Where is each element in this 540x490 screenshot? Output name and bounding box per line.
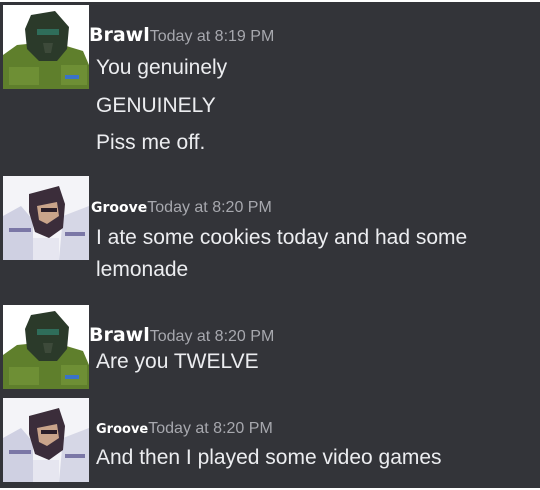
message-timestamp: Today at 8:20 PM xyxy=(149,328,275,345)
message-timestamp: Today at 8:20 PM xyxy=(147,199,272,216)
brawl-avatar-icon[interactable] xyxy=(3,5,89,89)
message-line: lemonade xyxy=(96,258,189,281)
author-name[interactable]: Brawl xyxy=(89,24,150,46)
groove-avatar-icon[interactable] xyxy=(3,398,89,482)
groove-avatar-icon[interactable] xyxy=(3,176,89,260)
author-name[interactable]: Groove xyxy=(91,200,147,216)
message-line: You genuinely xyxy=(96,56,228,79)
author-name[interactable]: Brawl xyxy=(89,324,150,346)
message-timestamp: Today at 8:20 PM xyxy=(148,420,273,437)
top-border xyxy=(0,0,540,2)
message-line: And then I played some video games xyxy=(96,446,442,469)
message-line: GENUINELY xyxy=(96,94,216,117)
message-line: Are you TWELVE xyxy=(96,350,259,373)
message-line: Piss me off. xyxy=(96,131,206,154)
message-line: I ate some cookies today and had some xyxy=(96,226,468,249)
author-name[interactable]: Groove xyxy=(96,422,148,437)
message-timestamp: Today at 8:19 PM xyxy=(149,28,275,45)
brawl-avatar-icon[interactable] xyxy=(3,305,89,389)
